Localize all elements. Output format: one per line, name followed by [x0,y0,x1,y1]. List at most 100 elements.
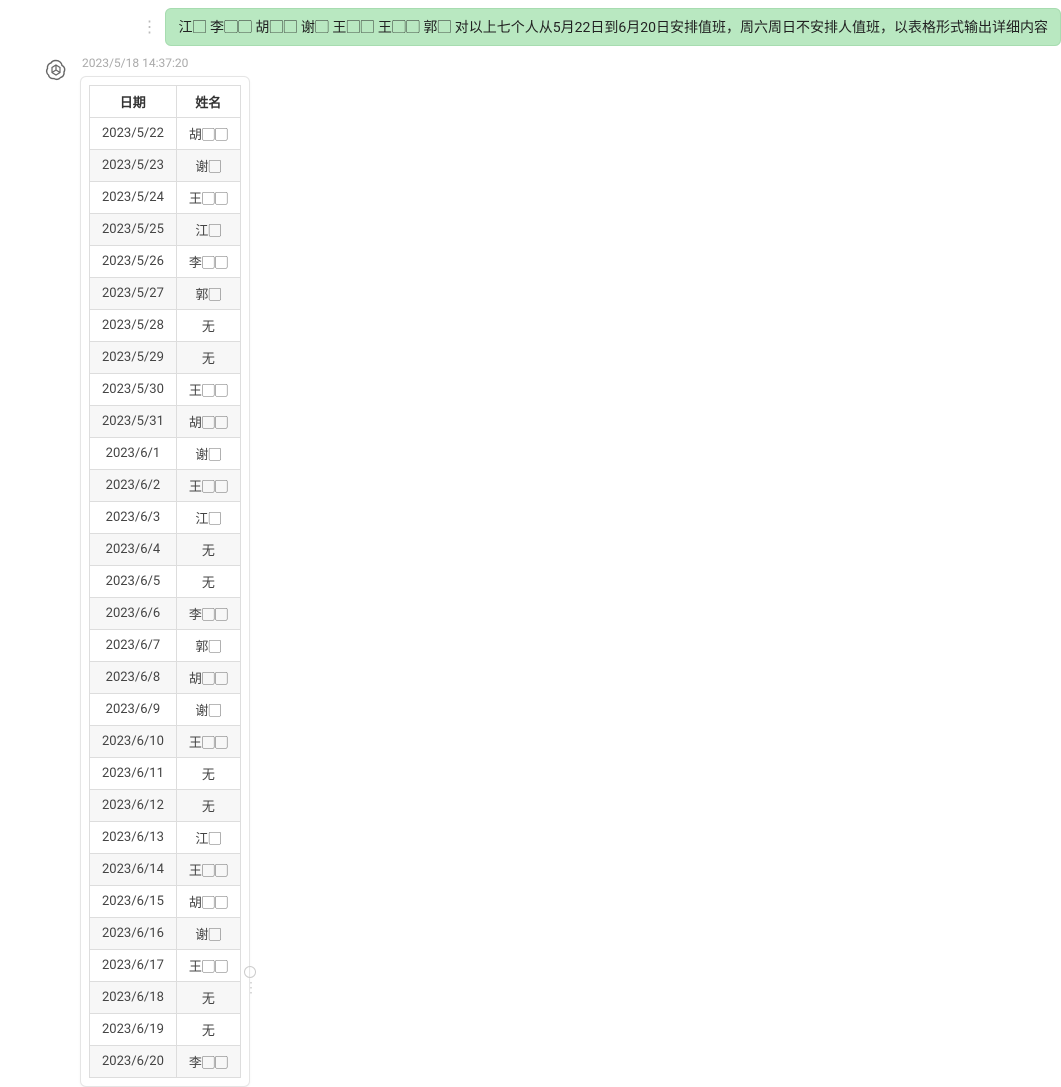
schedule-table: 日期 姓名 2023/5/22胡▢▢2023/5/23谢▢2023/5/24王▢… [89,85,241,1078]
cell-date: 2023/6/10 [90,726,177,758]
table-row: 2023/6/10王▢▢ [90,726,241,758]
cell-date: 2023/6/13 [90,822,177,854]
cell-name: 无 [176,534,240,566]
table-row: 2023/5/28无 [90,310,241,342]
table-row: 2023/5/31胡▢▢ [90,406,241,438]
cell-date: 2023/5/30 [90,374,177,406]
cell-date: 2023/6/5 [90,566,177,598]
cell-name: 李▢▢ [176,1046,240,1078]
assistant-content: 2023/5/18 14:37:20 日期 姓名 2023/5/22胡▢▢202… [80,56,250,1087]
cell-date: 2023/6/8 [90,662,177,694]
cell-date: 2023/6/12 [90,790,177,822]
cell-name: 江▢ [176,502,240,534]
table-row: 2023/6/3江▢ [90,502,241,534]
cell-name: 郭▢ [176,630,240,662]
table-row: 2023/6/18无 [90,982,241,1014]
table-row: 2023/6/17王▢▢ [90,950,241,982]
table-row: 2023/6/19无 [90,1014,241,1046]
cell-date: 2023/6/2 [90,470,177,502]
cell-date: 2023/5/27 [90,278,177,310]
cell-name: 无 [176,1014,240,1046]
table-row: 2023/6/8胡▢▢ [90,662,241,694]
cell-date: 2023/6/11 [90,758,177,790]
cell-name: 无 [176,982,240,1014]
cell-name: 无 [176,342,240,374]
table-row: 2023/5/22胡▢▢ [90,118,241,150]
cell-name: 谢▢ [176,150,240,182]
cell-name: 无 [176,310,240,342]
table-header-row: 日期 姓名 [90,86,241,118]
action-circle-icon[interactable] [244,966,256,978]
cell-name: 谢▢ [176,694,240,726]
cell-date: 2023/5/24 [90,182,177,214]
bubble-actions[interactable]: ⋮ [244,966,258,992]
cell-date: 2023/5/28 [90,310,177,342]
cell-date: 2023/6/3 [90,502,177,534]
cell-name: 王▢▢ [176,374,240,406]
table-row: 2023/5/29无 [90,342,241,374]
cell-name: 谢▢ [176,918,240,950]
cell-date: 2023/6/14 [90,854,177,886]
table-row: 2023/6/20李▢▢ [90,1046,241,1078]
cell-name: 李▢▢ [176,246,240,278]
cell-date: 2023/6/7 [90,630,177,662]
cell-name: 王▢▢ [176,182,240,214]
table-row: 2023/6/6李▢▢ [90,598,241,630]
assistant-timestamp: 2023/5/18 14:37:20 [82,56,250,70]
cell-name: 王▢▢ [176,950,240,982]
cell-date: 2023/5/31 [90,406,177,438]
more-dots-icon[interactable]: ⋮ [141,19,157,35]
cell-date: 2023/5/25 [90,214,177,246]
cell-date: 2023/5/23 [90,150,177,182]
cell-date: 2023/6/4 [90,534,177,566]
cell-name: 江▢ [176,822,240,854]
table-row: 2023/5/25江▢ [90,214,241,246]
table-row: 2023/6/13江▢ [90,822,241,854]
table-row: 2023/6/9谢▢ [90,694,241,726]
table-row: 2023/5/27郭▢ [90,278,241,310]
more-dots-icon[interactable]: ⋮ [244,984,258,992]
cell-name: 谢▢ [176,438,240,470]
cell-name: 胡▢▢ [176,118,240,150]
user-message-text: 江▢ 李▢▢ 胡▢▢ 谢▢ 王▢▢ 王▢▢ 郭▢ 对以上七个人从5月22日到6月… [178,20,1048,36]
table-row: 2023/6/14王▢▢ [90,854,241,886]
cell-name: 胡▢▢ [176,406,240,438]
cell-date: 2023/6/20 [90,1046,177,1078]
user-message-row: ⋮ 江▢ 李▢▢ 胡▢▢ 谢▢ 王▢▢ 王▢▢ 郭▢ 对以上七个人从5月22日到… [141,8,1061,46]
cell-name: 无 [176,790,240,822]
assistant-bubble[interactable]: 日期 姓名 2023/5/22胡▢▢2023/5/23谢▢2023/5/24王▢… [80,76,250,1087]
cell-name: 无 [176,758,240,790]
table-row: 2023/5/23谢▢ [90,150,241,182]
openai-logo-icon [44,58,68,82]
cell-date: 2023/6/16 [90,918,177,950]
table-row: 2023/6/7郭▢ [90,630,241,662]
table-row: 2023/6/2王▢▢ [90,470,241,502]
assistant-message-row: 2023/5/18 14:37:20 日期 姓名 2023/5/22胡▢▢202… [44,56,250,1087]
table-row: 2023/6/16谢▢ [90,918,241,950]
cell-name: 胡▢▢ [176,886,240,918]
cell-name: 王▢▢ [176,470,240,502]
cell-date: 2023/6/15 [90,886,177,918]
cell-name: 胡▢▢ [176,662,240,694]
cell-date: 2023/6/1 [90,438,177,470]
cell-date: 2023/5/26 [90,246,177,278]
user-message-bubble[interactable]: 江▢ 李▢▢ 胡▢▢ 谢▢ 王▢▢ 王▢▢ 郭▢ 对以上七个人从5月22日到6月… [165,8,1061,46]
table-row: 2023/6/11无 [90,758,241,790]
table-row: 2023/6/5无 [90,566,241,598]
table-row: 2023/5/24王▢▢ [90,182,241,214]
table-row: 2023/6/12无 [90,790,241,822]
cell-name: 王▢▢ [176,726,240,758]
cell-date: 2023/6/19 [90,1014,177,1046]
cell-name: 郭▢ [176,278,240,310]
cell-date: 2023/6/18 [90,982,177,1014]
cell-name: 无 [176,566,240,598]
table-row: 2023/5/26李▢▢ [90,246,241,278]
assistant-avatar [44,58,68,82]
cell-date: 2023/6/17 [90,950,177,982]
cell-date: 2023/6/6 [90,598,177,630]
table-row: 2023/5/30王▢▢ [90,374,241,406]
table-row: 2023/6/4无 [90,534,241,566]
header-name: 姓名 [176,86,240,118]
cell-name: 李▢▢ [176,598,240,630]
header-date: 日期 [90,86,177,118]
